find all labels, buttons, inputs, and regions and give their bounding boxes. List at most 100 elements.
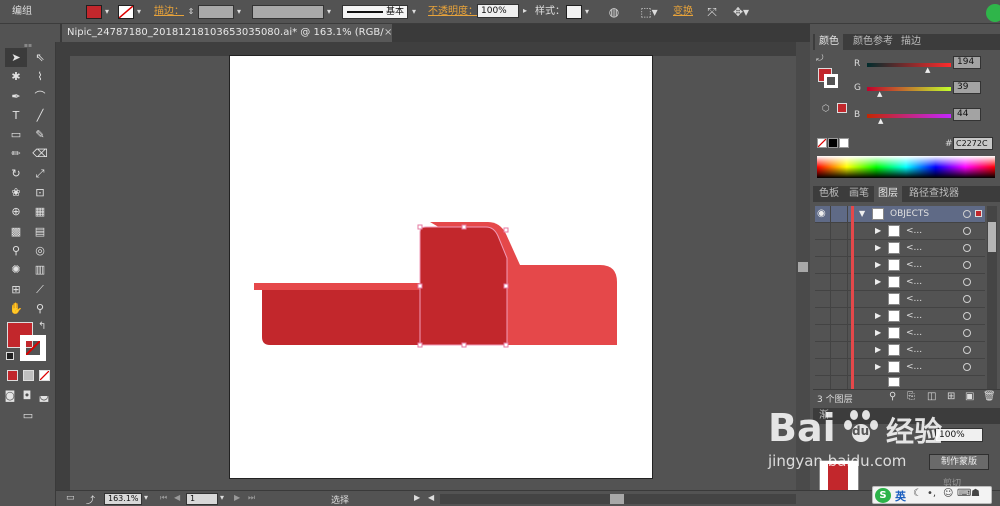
red-slider-thumb-icon[interactable]: ▲	[925, 66, 930, 74]
status-open-icon[interactable]: ⤴	[86, 493, 95, 506]
tab-color-guide[interactable]: 颜色参考	[849, 34, 897, 50]
status-artboard-icon[interactable]: ▭	[66, 493, 75, 503]
layer-row-objects[interactable]: ◉ ▼ OBJECTS	[815, 206, 985, 223]
layer-row[interactable]: ▶ <...	[815, 240, 985, 257]
layer-row[interactable]: ▶ <...	[815, 325, 985, 342]
expand-sublayer-icon[interactable]: ▶	[875, 342, 881, 358]
clipping-mask-icon[interactable]: ◫	[927, 391, 936, 402]
sublayer-name[interactable]: <...	[906, 342, 922, 358]
tab-brushes[interactable]: 画笔	[845, 186, 873, 202]
sogou-logo-icon[interactable]: S	[875, 488, 891, 503]
expand-layer-icon[interactable]: ▼	[859, 206, 865, 222]
expand-sublayer-icon[interactable]: ▶	[875, 223, 881, 239]
tab-swatches[interactable]: 色板	[815, 186, 843, 202]
sublayer-name[interactable]: <...	[906, 240, 922, 256]
visibility-toggle[interactable]	[815, 359, 831, 375]
blue-value-input[interactable]: 44	[953, 108, 981, 121]
black-swatch[interactable]	[828, 138, 838, 148]
horizontal-scroll-thumb[interactable]	[610, 494, 624, 504]
lock-toggle[interactable]	[832, 325, 848, 341]
layer-row[interactable]: ▶ <...	[815, 274, 985, 291]
target-circle[interactable]	[963, 295, 971, 303]
stroke-preview-swatch[interactable]	[824, 74, 838, 88]
target-circle[interactable]	[963, 227, 971, 235]
expand-sublayer-icon[interactable]: ▶	[875, 325, 881, 341]
red-slider[interactable]	[867, 63, 951, 67]
sublayer-name[interactable]: <...	[906, 291, 922, 307]
green-value-input[interactable]: 39	[953, 81, 981, 94]
new-sublayer-icon[interactable]: ⊞	[947, 391, 955, 402]
web-safe-swatch[interactable]	[837, 103, 847, 113]
sublayer-name[interactable]: <...	[906, 274, 922, 290]
hscroll-left-icon[interactable]: ◀	[428, 493, 434, 502]
vertical-scroll-thumb[interactable]	[798, 262, 808, 272]
expand-sublayer-icon[interactable]: ▶	[875, 257, 881, 273]
visibility-toggle[interactable]	[815, 257, 831, 273]
last-artboard-icon[interactable]: ⏭	[248, 493, 255, 503]
tab-pathfinder[interactable]: 路径查找器	[905, 186, 963, 202]
artwork-body-block[interactable]	[262, 290, 420, 345]
punctuation-icon[interactable]: •,	[927, 488, 936, 499]
lock-toggle[interactable]	[832, 274, 848, 290]
prev-artboard-icon[interactable]: ◀	[174, 493, 180, 502]
green-slider-thumb-icon[interactable]: ▲	[877, 90, 882, 98]
artwork-top-rail-shape[interactable]	[254, 283, 420, 290]
layers-scroll-thumb[interactable]	[988, 222, 996, 252]
anchor-point[interactable]	[461, 342, 467, 348]
anchor-point[interactable]	[503, 283, 509, 289]
blue-slider-thumb-icon[interactable]: ▲	[878, 117, 883, 125]
lock-toggle[interactable]	[832, 240, 848, 256]
lock-toggle[interactable]	[832, 206, 848, 222]
anchor-point[interactable]	[503, 227, 509, 233]
visibility-toggle[interactable]	[815, 325, 831, 341]
delete-layer-icon[interactable]: 🗑	[983, 391, 996, 402]
new-layer-icon[interactable]: ▣	[965, 391, 974, 402]
layers-scrollbar[interactable]	[987, 206, 997, 389]
layer-row[interactable]: ▶ <...	[815, 308, 985, 325]
sublayer-name[interactable]: <...	[906, 257, 922, 273]
horizontal-scrollbar[interactable]	[440, 494, 796, 504]
status-menu-icon[interactable]: ▶	[414, 493, 420, 502]
target-circle[interactable]	[963, 210, 971, 218]
target-circle[interactable]	[963, 312, 971, 320]
artwork-light-cab-shape[interactable]	[504, 265, 617, 345]
white-swatch[interactable]	[839, 138, 849, 148]
layer-name[interactable]: OBJECTS	[890, 206, 929, 222]
color-spectrum[interactable]	[817, 156, 995, 178]
none-swatch[interactable]	[817, 138, 827, 148]
expand-sublayer-icon[interactable]: ▶	[875, 240, 881, 256]
sublayer-name[interactable]: <...	[906, 223, 922, 239]
export-icon[interactable]: ⎘	[907, 391, 915, 402]
lock-toggle[interactable]	[832, 308, 848, 324]
sublayer-name[interactable]: <...	[906, 359, 922, 375]
visibility-toggle[interactable]	[815, 342, 831, 358]
anchor-point[interactable]	[417, 283, 423, 289]
layer-row[interactable]: ▶ <...	[815, 359, 985, 376]
target-circle[interactable]	[963, 346, 971, 354]
layer-row[interactable]: ▶ <...	[815, 223, 985, 240]
expand-sublayer-icon[interactable]: ▶	[875, 308, 881, 324]
selection-indicator[interactable]	[975, 210, 982, 217]
anchor-point[interactable]	[461, 224, 467, 230]
artboard-dropdown-icon[interactable]: ▾	[220, 493, 224, 502]
visibility-toggle[interactable]	[815, 274, 831, 290]
sublayer-name[interactable]: <...	[906, 325, 922, 341]
artwork-selected-cabin[interactable]	[420, 227, 507, 345]
expand-sublayer-icon[interactable]: ▶	[875, 359, 881, 375]
target-circle[interactable]	[963, 278, 971, 286]
swap-colors-icon[interactable]: ⤾	[816, 54, 828, 64]
expand-sublayer-icon[interactable]: ▶	[875, 274, 881, 290]
anchor-point[interactable]	[417, 342, 423, 348]
lock-toggle[interactable]	[832, 359, 848, 375]
locate-object-icon[interactable]: ⚲	[889, 391, 896, 402]
keyboard-icon[interactable]: ⌨	[957, 488, 971, 499]
hex-value-input[interactable]: C2272C	[953, 137, 993, 150]
target-circle[interactable]	[963, 261, 971, 269]
target-circle[interactable]	[963, 244, 971, 252]
visibility-toggle[interactable]	[815, 308, 831, 324]
sublayer-name[interactable]: <...	[906, 308, 922, 324]
target-circle[interactable]	[963, 329, 971, 337]
person-icon[interactable]: ☗	[971, 488, 980, 499]
zoom-input[interactable]: 163.1%	[104, 493, 142, 505]
lock-toggle[interactable]	[832, 291, 848, 307]
